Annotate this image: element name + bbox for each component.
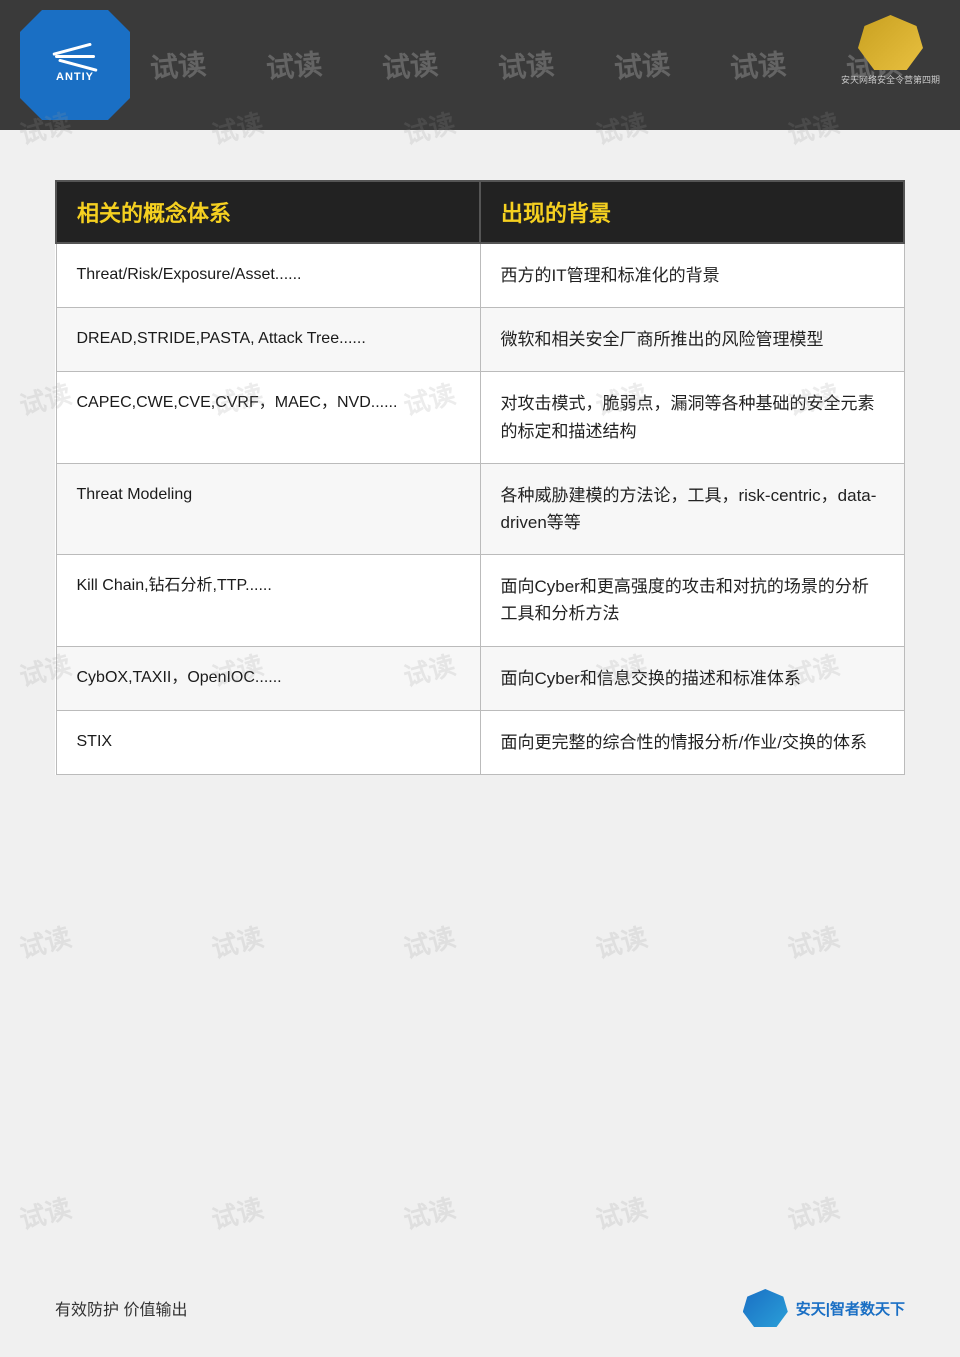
header-watermarks: 试读 试读 试读 试读 试读 试读 试读 <box>0 0 960 130</box>
body-watermark-15: 试读 <box>15 917 75 966</box>
col1-header: 相关的概念体系 <box>56 181 480 243</box>
header-wm-2: 试读 <box>264 43 323 88</box>
header-wm-1: 试读 <box>148 43 207 88</box>
emblem-shape <box>858 15 923 70</box>
main-content: 相关的概念体系 出现的背景 Threat/Risk/Exposure/Asset… <box>0 130 960 805</box>
body-watermark-20: 试读 <box>15 1188 75 1237</box>
header-wm-5: 试读 <box>612 43 671 88</box>
footer-brand-label: 安天|智者数天下 <box>796 1301 905 1318</box>
body-watermark-18: 试读 <box>591 917 651 966</box>
col2-header: 出现的背景 <box>480 181 904 243</box>
logo: ANTIY <box>20 10 130 120</box>
footer-brand-text: 安天|智者数天下 <box>796 1298 905 1319</box>
footer-right: 安天|智者数天下 <box>743 1289 905 1327</box>
body-watermark-22: 试读 <box>399 1188 459 1237</box>
table-cell-col1-3: Threat Modeling <box>56 463 480 554</box>
table-cell-col2-3: 各种威胁建模的方法论，工具，risk-centric，data-driven等等 <box>480 463 904 554</box>
body-watermark-21: 试读 <box>207 1188 267 1237</box>
table-row: Threat Modeling各种威胁建模的方法论，工具，risk-centri… <box>56 463 904 554</box>
table-cell-col1-6: STIX <box>56 710 480 774</box>
footer: 有效防护 价值输出 安天|智者数天下 <box>55 1289 905 1327</box>
table-cell-col2-0: 西方的IT管理和标准化的背景 <box>480 243 904 308</box>
main-table: 相关的概念体系 出现的背景 Threat/Risk/Exposure/Asset… <box>55 180 905 775</box>
body-watermark-17: 试读 <box>399 917 459 966</box>
table-cell-col2-4: 面向Cyber和更高强度的攻击和对抗的场景的分析工具和分析方法 <box>480 555 904 646</box>
logo-line-3 <box>58 59 97 72</box>
table-cell-col2-2: 对攻击模式，脆弱点，漏洞等各种基础的安全元素的标定和描述结构 <box>480 372 904 463</box>
table-row: CybOX,TAXII，OpenIOC......面向Cyber和信息交换的描述… <box>56 646 904 710</box>
table-cell-col2-6: 面向更完整的综合性的情报分析/作业/交换的体系 <box>480 710 904 774</box>
table-row: Threat/Risk/Exposure/Asset......西方的IT管理和… <box>56 243 904 308</box>
header-wm-4: 试读 <box>496 43 555 88</box>
body-watermark-16: 试读 <box>207 917 267 966</box>
logo-lines <box>55 47 95 66</box>
table-cell-col1-1: DREAD,STRIDE,PASTA, Attack Tree...... <box>56 308 480 372</box>
header-right-logo: 安天网络安全令营第四期 <box>841 15 940 86</box>
logo-line-1 <box>52 43 91 56</box>
table-cell-col1-4: Kill Chain,钻石分析,TTP...... <box>56 555 480 646</box>
table-row: Kill Chain,钻石分析,TTP......面向Cyber和更高强度的攻击… <box>56 555 904 646</box>
header-wm-6: 试读 <box>728 43 787 88</box>
body-watermark-19: 试读 <box>783 917 843 966</box>
table-row: DREAD,STRIDE,PASTA, Attack Tree......微软和… <box>56 308 904 372</box>
table-cell-col1-5: CybOX,TAXII，OpenIOC...... <box>56 646 480 710</box>
table-cell-col1-2: CAPEC,CWE,CVE,CVRF，MAEC，NVD...... <box>56 372 480 463</box>
footer-left-text: 有效防护 价值输出 <box>55 1296 187 1320</box>
logo-line-2 <box>55 55 95 58</box>
body-watermark-24: 试读 <box>783 1188 843 1237</box>
table-cell-col2-1: 微软和相关安全厂商所推出的风险管理模型 <box>480 308 904 372</box>
footer-logo-icon <box>743 1289 788 1327</box>
table-row: CAPEC,CWE,CVE,CVRF，MAEC，NVD......对攻击模式，脆… <box>56 372 904 463</box>
table-cell-col1-0: Threat/Risk/Exposure/Asset...... <box>56 243 480 308</box>
header: ANTIY 试读 试读 试读 试读 试读 试读 试读 安天网络安全令营第四期 <box>0 0 960 130</box>
header-wm-3: 试读 <box>380 43 439 88</box>
body-watermark-23: 试读 <box>591 1188 651 1237</box>
logo-text: ANTIY <box>56 71 94 83</box>
table-cell-col2-5: 面向Cyber和信息交换的描述和标准体系 <box>480 646 904 710</box>
header-right-subtext: 安天网络安全令营第四期 <box>841 73 940 86</box>
table-row: STIX面向更完整的综合性的情报分析/作业/交换的体系 <box>56 710 904 774</box>
